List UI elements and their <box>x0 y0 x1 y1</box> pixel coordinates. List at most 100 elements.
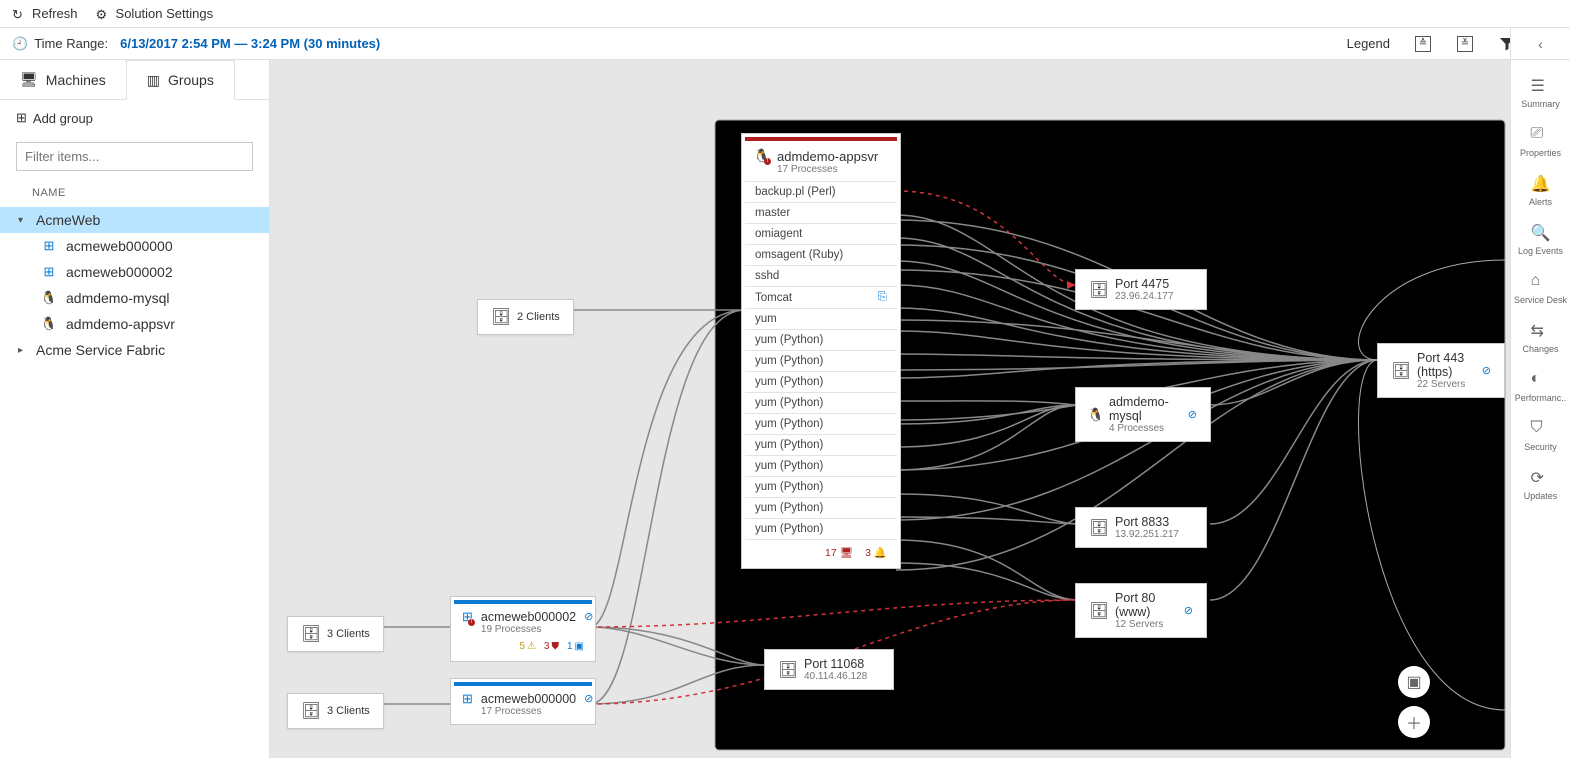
node-sub: 17 Processes <box>777 164 878 175</box>
process-item[interactable]: backup.pl (Perl) <box>745 181 897 202</box>
node-port-11068[interactable]: 🗄 Port 11068 40.114.46.128 <box>765 650 893 689</box>
process-item[interactable]: Tomcat⎘ <box>745 286 897 308</box>
node-clients-2[interactable]: 🗄 2 Clients <box>478 300 573 334</box>
gear-icon: ⚙ <box>96 7 110 21</box>
fit-to-screen-button[interactable]: ▣ <box>1398 666 1430 698</box>
clock-icon: 🕘 <box>12 36 28 52</box>
node-title: acmeweb000000 <box>481 692 576 706</box>
tree-item-admdemo-mysql[interactable]: 🐧 admdemo-mysql <box>38 285 269 311</box>
expand-all-button[interactable]: ≚ <box>1456 35 1474 53</box>
node-acmeweb000000[interactable]: ⊞ acmeweb000000 17 Processes ⊘ <box>454 682 592 721</box>
node-title: Port 443 (https) <box>1417 351 1476 379</box>
sidebar-tabs: 🖥 Machines ▥ Groups <box>0 60 269 100</box>
process-item[interactable]: yum (Python) <box>745 371 897 392</box>
collapse-all-button[interactable]: ≙ <box>1414 35 1432 53</box>
process-item[interactable]: yum (Python) <box>745 476 897 497</box>
tab-machines[interactable]: 🖥 Machines <box>0 60 126 99</box>
rail-updates[interactable]: ⟳Updates <box>1524 468 1558 501</box>
add-group-button[interactable]: ⊞ Add group <box>0 100 269 136</box>
rail-service-desk[interactable]: ⌂Service Desk <box>1514 272 1567 305</box>
node-clients-3a[interactable]: 🗄 3 Clients <box>288 617 383 651</box>
tree-label: admdemo-appsvr <box>66 316 175 332</box>
rail-label: Alerts <box>1529 197 1552 207</box>
process-item[interactable]: yum (Python) <box>745 329 897 350</box>
node-admdemo-mysql[interactable]: 🐧 admdemo-mysql 4 Processes ⊘ <box>1076 388 1210 441</box>
process-item[interactable]: omsagent (Ruby) <box>745 244 897 265</box>
rail-security[interactable]: ⛉Security <box>1524 419 1557 452</box>
refresh-button[interactable]: ↻ Refresh <box>12 6 78 21</box>
process-item[interactable]: master <box>745 202 897 223</box>
rail-alerts[interactable]: 🔔Alerts <box>1529 174 1552 207</box>
node-title: Port 8833 <box>1115 515 1179 529</box>
servers-icon: 🗄 <box>1089 601 1109 621</box>
linux-icon: 🐧! <box>755 149 769 163</box>
node-port-4475[interactable]: 🗄 Port 4475 23.96.24.177 <box>1076 270 1206 309</box>
time-range-value[interactable]: 6/13/2017 2:54 PM — 3:24 PM (30 minutes) <box>120 36 380 51</box>
tab-machines-label: Machines <box>46 72 106 88</box>
tree-children-acmeweb: ⊞ acmeweb000000 ⊞ acmeweb000002 🐧 admdem… <box>0 233 269 337</box>
tree-item-acmeweb[interactable]: ▾ AcmeWeb <box>0 207 269 233</box>
node-port-8833[interactable]: 🗄 Port 8833 13.92.251.217 <box>1076 508 1206 547</box>
node-acmeweb000002[interactable]: ⊞! acmeweb000002 19 Processes ⊘ 5⚠ 3⛊ 1▣ <box>454 600 592 658</box>
groups-icon: ▥ <box>147 72 160 89</box>
tree-item-acme-service-fabric[interactable]: ▸ Acme Service Fabric <box>0 337 269 363</box>
filter-input[interactable] <box>16 142 253 171</box>
linux-icon: 🐧 <box>42 291 56 305</box>
rail-summary[interactable]: ☰Summary <box>1521 76 1560 109</box>
tab-groups-label: Groups <box>168 72 214 88</box>
filter-wrap <box>16 142 253 171</box>
process-item[interactable]: yum (Python) <box>745 434 897 455</box>
rail-collapse-button[interactable]: ‹ <box>1511 28 1570 60</box>
tab-groups[interactable]: ▥ Groups <box>126 60 235 100</box>
node-admdemo-appsvr[interactable]: 🐧! admdemo-appsvr 17 Processes backup.pl… <box>745 137 897 565</box>
rail-changes[interactable]: ⇆Changes <box>1522 321 1558 354</box>
node-sub: 13.92.251.217 <box>1115 529 1179 540</box>
servers-icon: 🗄 <box>1391 361 1411 381</box>
sliders-icon: ⎚ <box>1531 125 1551 145</box>
servers-icon: 🗄 <box>1089 280 1109 300</box>
process-item[interactable]: omiagent <box>745 223 897 244</box>
node-clients-3b[interactable]: 🗄 3 Clients <box>288 694 383 728</box>
tree-label: admdemo-mysql <box>66 290 169 306</box>
time-range-bar: 🕘 Time Range: 6/13/2017 2:54 PM — 3:24 P… <box>0 28 1570 60</box>
windows-icon: ⊞ <box>42 239 56 253</box>
process-item[interactable]: yum (Python) <box>745 455 897 476</box>
linux-icon: 🐧 <box>42 317 56 331</box>
process-list: backup.pl (Perl) master omiagent omsagen… <box>745 181 897 539</box>
tree-item-acmeweb000002[interactable]: ⊞ acmeweb000002 <box>38 259 269 285</box>
node-sub: 4 Processes <box>1109 423 1182 434</box>
tree-label: acmeweb000000 <box>66 238 173 254</box>
left-sidebar: 🖥 Machines ▥ Groups ⊞ Add group NAME ▾ A… <box>0 60 270 758</box>
node-port-80[interactable]: 🗄 Port 80 (www) 12 Servers ⊘ <box>1076 584 1206 637</box>
servers-icon: 🗄 <box>301 624 321 644</box>
zoom-in-button[interactable]: ＋ <box>1398 706 1430 738</box>
node-port-443[interactable]: 🗄 Port 443 (https) 22 Servers ⊘ <box>1378 344 1504 397</box>
globe-icon: ⊘ <box>1482 364 1491 377</box>
updates-icon: ⟳ <box>1531 468 1551 488</box>
tree-item-acmeweb000000[interactable]: ⊞ acmeweb000000 <box>38 233 269 259</box>
node-title: Port 11068 <box>804 657 867 671</box>
solution-settings-button[interactable]: ⚙ Solution Settings <box>96 6 214 21</box>
rail-properties[interactable]: ⎚Properties <box>1520 125 1561 158</box>
ticket-icon: ⌂ <box>1530 272 1550 292</box>
process-item[interactable]: yum (Python) <box>745 518 897 539</box>
process-item[interactable]: yum (Python) <box>745 392 897 413</box>
machines-icon: 🖥 <box>20 71 38 88</box>
process-item[interactable]: yum (Python) <box>745 413 897 434</box>
map-canvas[interactable]: 🗄 2 Clients 🗄 3 Clients 🗄 3 Clients ⊞! a… <box>270 60 1510 758</box>
time-range-label: Time Range: <box>34 36 108 51</box>
rail-log-events[interactable]: 🔍Log Events <box>1518 223 1563 256</box>
tree-label: acmeweb000002 <box>66 264 173 280</box>
legend-button[interactable]: Legend <box>1347 36 1390 51</box>
process-item[interactable]: yum <box>745 308 897 329</box>
tree-item-admdemo-appsvr[interactable]: 🐧 admdemo-appsvr <box>38 311 269 337</box>
node-title: acmeweb000002 <box>481 610 576 624</box>
globe-icon: ⊘ <box>584 610 593 635</box>
process-item[interactable]: sshd <box>745 265 897 286</box>
rail-performance[interactable]: ◐Performanc.. <box>1515 370 1567 403</box>
link-icon: ⎘ <box>878 291 887 304</box>
search-icon: 🔍 <box>1531 223 1551 243</box>
process-item[interactable]: yum (Python) <box>745 497 897 518</box>
add-group-icon: ⊞ <box>16 110 27 126</box>
process-item[interactable]: yum (Python) <box>745 350 897 371</box>
